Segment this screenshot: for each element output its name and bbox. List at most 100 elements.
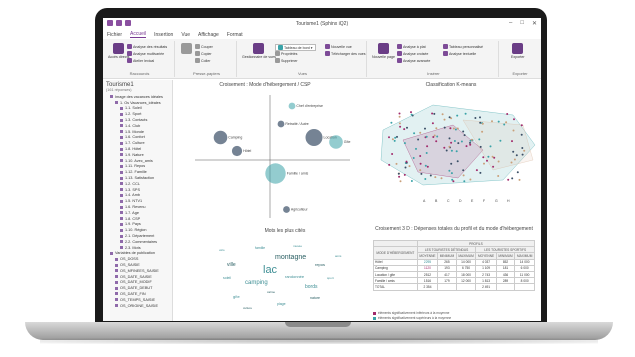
bubble-point[interactable] bbox=[288, 102, 296, 110]
supprimer-button[interactable]: Supprimer bbox=[275, 58, 298, 63]
copy-button[interactable]: Copier bbox=[195, 51, 212, 56]
kmeans-point bbox=[483, 162, 485, 165]
variable-icon bbox=[120, 228, 123, 232]
tab-vue[interactable]: Vue bbox=[181, 32, 190, 38]
variables-sidebar: Tourisme1 (161 réponses) Image des vacan… bbox=[103, 80, 173, 321]
bubble-point[interactable] bbox=[283, 206, 290, 213]
tableau-de-bord-select[interactable]: Tableau de bord ▾ bbox=[275, 44, 316, 51]
bubble-point[interactable] bbox=[329, 135, 343, 149]
bubble-point[interactable] bbox=[277, 120, 285, 128]
variable-icon bbox=[120, 141, 123, 145]
analyse-avancee-button[interactable]: Analyse avancée bbox=[397, 58, 430, 63]
kmeans-point bbox=[440, 177, 443, 180]
kmeans-point bbox=[486, 159, 488, 162]
ribbon-group-raccourcis: Accès directs Analyse des résultats Anal… bbox=[105, 41, 175, 77]
kmeans-point bbox=[395, 162, 398, 165]
crossing-bubble-chart[interactable]: Chef d'entrepriseRetraité / AutreLocatio… bbox=[185, 90, 355, 220]
kmeans-point bbox=[521, 147, 524, 149]
atelier-lexical-button[interactable]: Atelier lexical bbox=[127, 58, 154, 63]
variable-icon bbox=[120, 193, 123, 197]
analyse-plat-button[interactable]: Analyse à plat bbox=[397, 44, 426, 49]
exporter-button[interactable]: Exporter bbox=[511, 43, 525, 59]
legend-swatch-lower bbox=[373, 311, 376, 315]
bubble-point[interactable] bbox=[265, 163, 286, 184]
kmeans-point bbox=[450, 149, 453, 152]
variable-icon bbox=[120, 147, 123, 151]
gestionnaire-vues-button[interactable]: Gestionnaire de vues bbox=[242, 43, 276, 59]
telecharger-vues-button[interactable]: Télécharger des vues bbox=[325, 51, 366, 56]
tab-format[interactable]: Format bbox=[227, 32, 243, 38]
table-cell bbox=[437, 283, 457, 291]
sidebar-item-label: 1.4. Amb bbox=[125, 193, 140, 198]
nouvelle-page-button[interactable]: Nouvelle page bbox=[372, 43, 395, 59]
bubble-point[interactable] bbox=[213, 130, 228, 145]
tab-accueil[interactable]: Accueil bbox=[130, 31, 147, 38]
analyse-resultats-button[interactable]: Analyse des résultats bbox=[127, 44, 167, 49]
bubble-label: Camping bbox=[228, 136, 242, 140]
group-label-inserer: Insérer bbox=[427, 71, 440, 76]
bubble-point[interactable] bbox=[305, 129, 323, 146]
sidebar-item-label: 1.13. Satisfaction bbox=[125, 176, 155, 181]
kmeans-point bbox=[405, 160, 408, 163]
kmeans-point bbox=[469, 141, 471, 144]
kmeans-point bbox=[436, 135, 439, 138]
tableau-personnalise-button[interactable]: Tableau personnalisé bbox=[443, 44, 483, 49]
cut-button[interactable]: Couper bbox=[195, 44, 213, 49]
variable-icon bbox=[120, 211, 123, 215]
tab-affichage[interactable]: Affichage bbox=[198, 32, 219, 38]
variable-icon bbox=[115, 280, 118, 284]
kmeans-point bbox=[388, 163, 391, 166]
proprietes-button[interactable]: Propriétés bbox=[275, 51, 297, 56]
cloud-word: amis bbox=[335, 254, 342, 258]
kmeans-point bbox=[457, 142, 460, 145]
kmeans-point bbox=[425, 152, 428, 154]
sidebar-item[interactable]: OS_ORIGINE_SAISIE bbox=[106, 303, 172, 309]
analyse-croisee-label: Analyse croisée bbox=[403, 51, 429, 56]
cloud-word: randonnée bbox=[285, 274, 305, 279]
kmeans-point bbox=[433, 112, 436, 115]
kmeans-point bbox=[420, 172, 423, 175]
ribbon: Accès directs Analyse des résultats Anal… bbox=[103, 39, 541, 79]
kmeans-point bbox=[453, 140, 456, 142]
kmeans-point bbox=[505, 121, 508, 124]
bubble-label: Chef d'entreprise bbox=[296, 104, 323, 108]
chart-icon bbox=[127, 44, 132, 49]
bubble-point[interactable] bbox=[231, 145, 243, 157]
nouvelle-vue-button[interactable]: Nouvelle vue bbox=[325, 44, 352, 49]
table-row[interactable]: TOTAL 2 354 2 491 bbox=[373, 283, 535, 291]
copy-label: Copier bbox=[201, 51, 212, 56]
new-view-icon bbox=[325, 44, 330, 49]
analyse-textuelle-button[interactable]: Analyse textuelle bbox=[443, 51, 476, 56]
maximize-button[interactable]: □ bbox=[520, 20, 524, 27]
cloud-word: vélo bbox=[219, 248, 225, 252]
kmeans-point bbox=[464, 112, 467, 115]
kmeans-point bbox=[398, 112, 401, 115]
table-cell: 2 491 bbox=[475, 283, 497, 291]
analyse-croisee-button[interactable]: Analyse croisée bbox=[397, 51, 428, 56]
flat-analysis-icon bbox=[397, 44, 402, 49]
group-label-raccourcis: Raccourcis bbox=[129, 71, 150, 76]
laptop-shadow bbox=[40, 338, 598, 344]
export-icon bbox=[512, 43, 524, 54]
sidebar-item-label: 1.9. Nature bbox=[125, 152, 144, 157]
kmeans-point bbox=[481, 122, 484, 125]
analyse-multivariee-button[interactable]: Analyse multivariée bbox=[127, 51, 164, 56]
coller-button[interactable]: Coller bbox=[195, 58, 210, 63]
sidebar-item-label: 1.6. Revenu bbox=[125, 205, 146, 210]
paste-icon bbox=[195, 58, 200, 63]
tab-insertion[interactable]: Insertion bbox=[154, 32, 173, 38]
close-button[interactable]: ✕ bbox=[532, 20, 537, 27]
cloud-word: sport bbox=[327, 276, 334, 280]
kmeans-point bbox=[499, 139, 502, 142]
bubble-label: Gîte bbox=[344, 140, 351, 144]
kmeans-point bbox=[391, 138, 394, 141]
kmeans-point bbox=[443, 118, 446, 121]
variable-icon bbox=[120, 182, 123, 186]
minimize-button[interactable]: – bbox=[509, 20, 512, 27]
tab-fichier[interactable]: Fichier bbox=[107, 32, 122, 38]
kmeans-tick-label: G bbox=[495, 199, 498, 203]
kmeans-point bbox=[448, 137, 451, 140]
lexical-icon bbox=[127, 58, 132, 63]
paste-button[interactable] bbox=[181, 43, 192, 54]
kmeans-scatter-chart[interactable]: A B C D E F G H bbox=[363, 90, 539, 220]
